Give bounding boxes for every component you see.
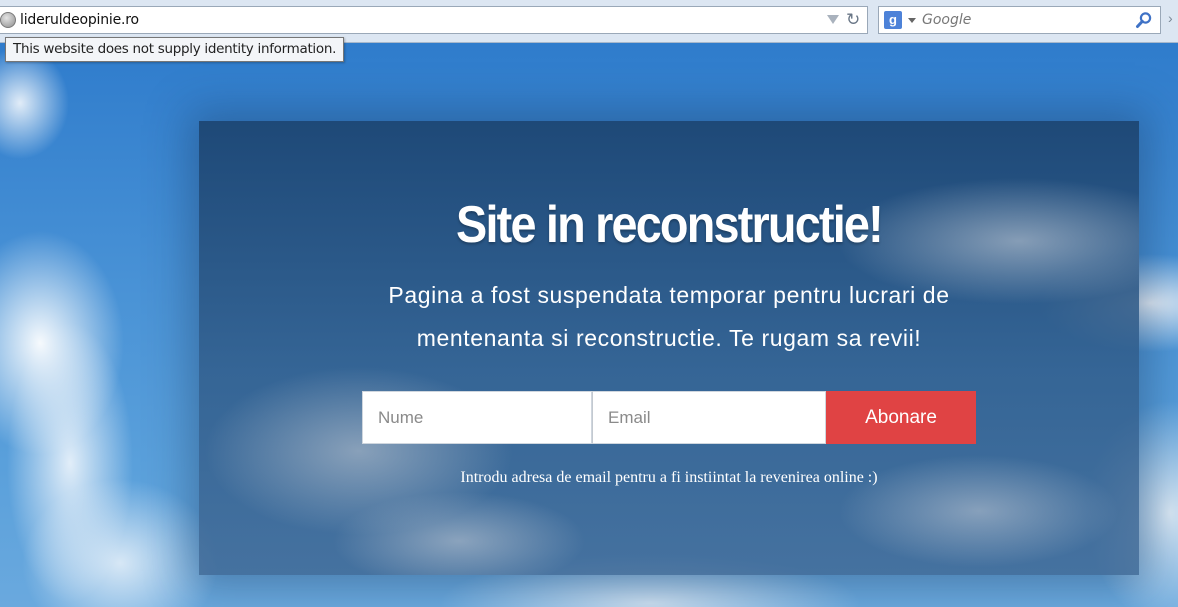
email-input[interactable]: [592, 391, 826, 444]
search-icon[interactable]: [1135, 11, 1153, 29]
chevron-down-icon[interactable]: [827, 15, 839, 24]
page-title: Site in reconstructie!: [456, 196, 884, 254]
identity-tooltip: This website does not supply identity in…: [5, 37, 345, 62]
reload-icon[interactable]: ↻: [846, 11, 860, 29]
search-bar[interactable]: g: [878, 6, 1161, 34]
url-text[interactable]: lideruldeopinie.ro: [20, 12, 139, 28]
maintenance-message: Pagina a fost suspendata temporar pentru…: [388, 282, 950, 351]
name-input[interactable]: [362, 391, 592, 444]
toolbar-overflow-icon[interactable]: ›: [1168, 10, 1178, 30]
search-input[interactable]: [922, 10, 1122, 30]
subscribe-button[interactable]: Abonare: [826, 391, 976, 444]
google-icon[interactable]: g: [884, 11, 902, 29]
subscribe-form: Abonare: [362, 391, 976, 444]
globe-icon[interactable]: [0, 12, 16, 28]
address-bar[interactable]: lideruldeopinie.ro ↻: [0, 6, 868, 34]
search-engine-caret-icon[interactable]: [908, 18, 916, 23]
subscribe-note: Introdu adresa de email pentru a fi inst…: [460, 469, 878, 486]
maintenance-panel: Site in reconstructie! Pagina a fost sus…: [199, 121, 1139, 575]
